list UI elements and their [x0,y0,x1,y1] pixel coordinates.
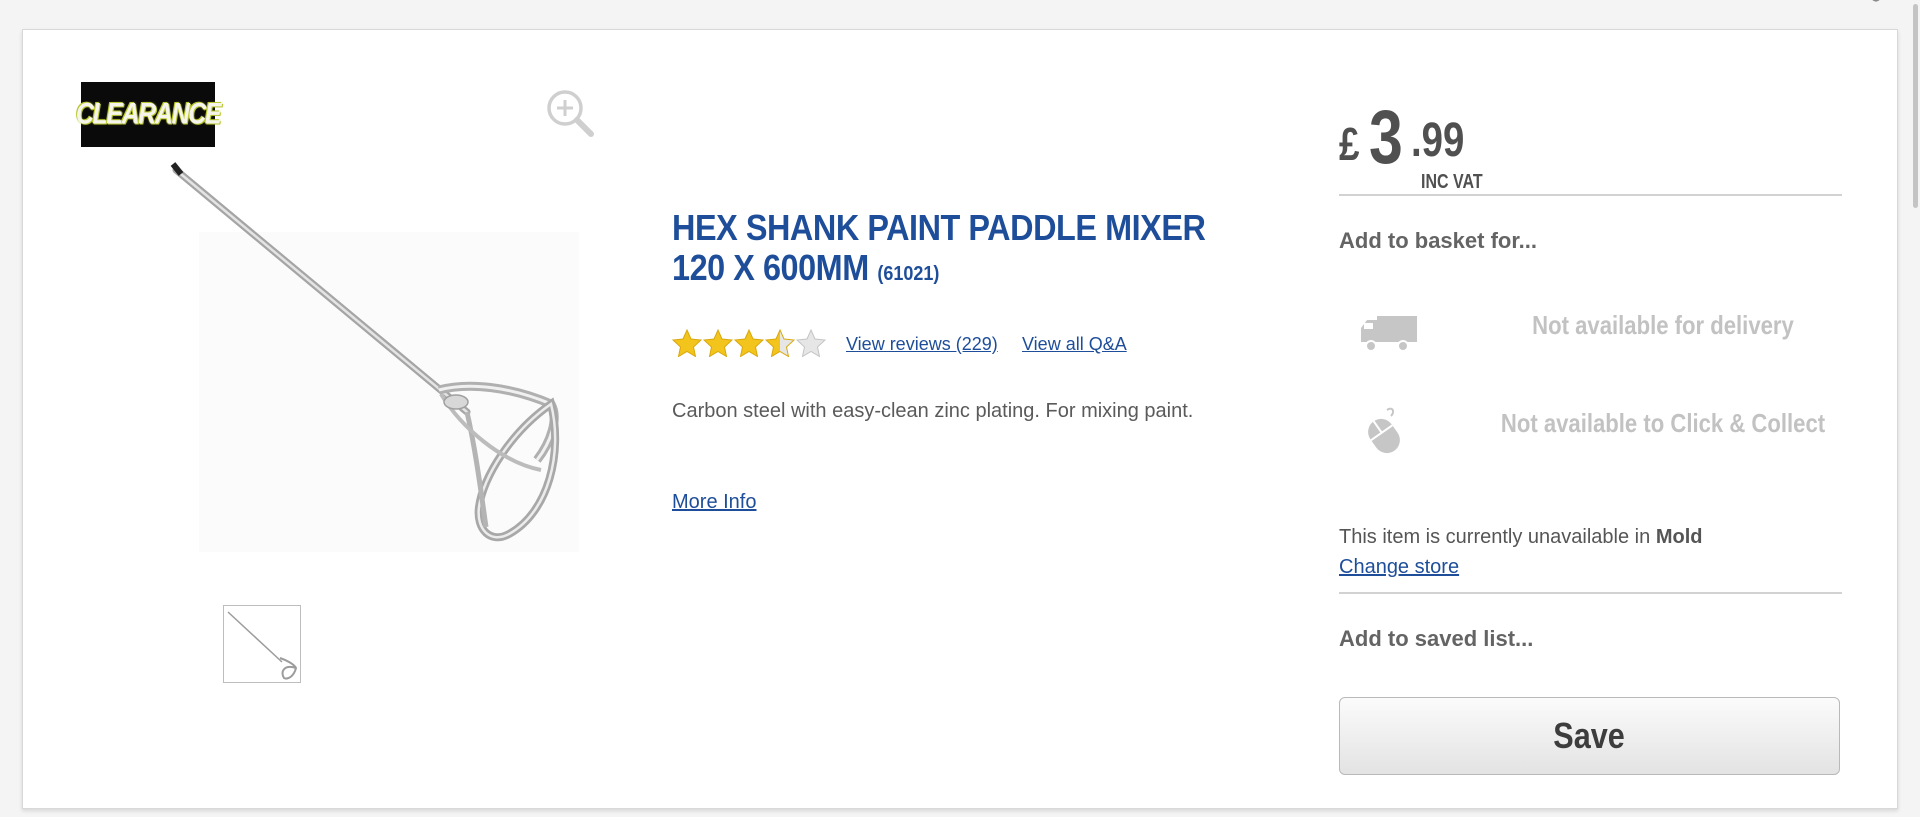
delivery-truck-icon [1361,316,1417,352]
store-message: This item is currently unavailable in [1339,526,1651,548]
divider [1339,194,1842,196]
zoom-in-icon[interactable] [543,86,599,142]
view-qa-link[interactable]: View all Q&A [1022,334,1127,355]
product-thumbnail[interactable] [223,605,301,683]
store-name: Mold [1655,526,1703,548]
corner-arrow-icon [1872,0,1880,2]
more-info-link[interactable]: More Info [672,491,756,514]
store-availability: This item is currently unavailable in Mo… [1339,526,1702,549]
mouse-click-icon [1368,407,1400,454]
product-code: (61021) [877,263,940,285]
star-icon [734,329,764,357]
star-icon [672,329,702,357]
price-currency: £ [1339,118,1360,170]
delivery-status: Not available for delivery [1532,310,1794,340]
click-collect-status: Not available to Click & Collect [1500,408,1826,438]
clearance-badge-text: CLEARANCE [75,97,222,131]
divider [1339,592,1842,594]
save-button[interactable]: Save [1339,697,1840,775]
product-title: HEX SHANK PAINT PADDLE MIXER 120 X 600MM… [672,208,1212,294]
save-button-label: Save [1553,715,1626,756]
price-vat-label: INC VAT [1421,171,1483,193]
star-icon [796,329,826,357]
star-icon [703,329,733,357]
star-icon [765,329,795,357]
thumbnail-image [227,611,298,680]
basket-heading: Add to basket for... [1339,228,1538,253]
price-pounds: 3 [1369,95,1403,180]
product-image[interactable] [81,82,621,552]
price-pence: .99 [1411,114,1465,167]
product-description: Carbon steel with easy-clean zinc platin… [672,400,1194,422]
rating-stars [672,329,827,357]
page-scrollbar[interactable] [1913,4,1918,208]
product-card: CLEARANCE HEX SHANK PAINT PADDLE MIXER 1… [22,29,1898,809]
clearance-badge: CLEARANCE [76,82,222,147]
saved-list-heading: Add to saved list... [1339,626,1534,651]
view-reviews-link[interactable]: View reviews (229) [846,334,998,355]
change-store-link[interactable]: Change store [1339,556,1459,579]
